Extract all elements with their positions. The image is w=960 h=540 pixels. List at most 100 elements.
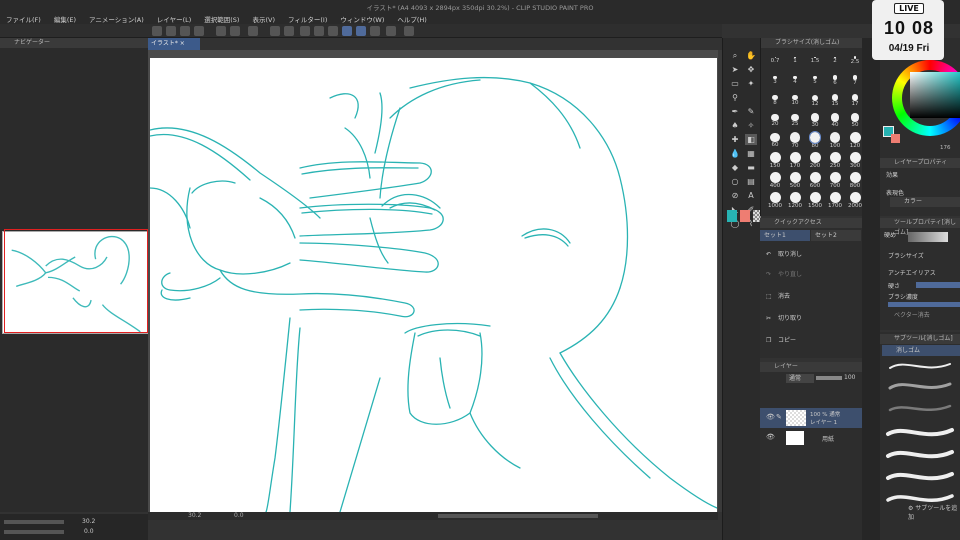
hand-tool-icon[interactable]: ✋ — [745, 50, 757, 61]
add-sub-tool-button[interactable]: ⚙ サブツールを追加 — [908, 503, 960, 521]
blend-mode-select[interactable]: 通常 — [786, 374, 814, 383]
ruler-icon[interactable] — [386, 26, 396, 36]
text-tool-icon[interactable]: A — [745, 190, 757, 201]
brush-size-preset[interactable]: 0.7 — [765, 52, 785, 64]
snap-ruler-icon[interactable] — [342, 26, 352, 36]
main-color-swatch[interactable] — [727, 210, 737, 222]
brush-size-preset[interactable]: 1 — [785, 52, 805, 64]
qa-copy[interactable]: ❐ コピー — [766, 334, 796, 348]
qa-undo[interactable]: ↶ 取り消し — [766, 248, 802, 262]
qa-clear[interactable]: ⬚ 消去 — [766, 290, 790, 304]
brush-size-preset[interactable]: 250 — [825, 152, 845, 169]
zoom-tool-icon[interactable]: ⌕ — [729, 50, 741, 61]
export-icon[interactable] — [194, 26, 204, 36]
tab-set1[interactable]: セット1 — [760, 230, 810, 241]
spinner-icon[interactable] — [248, 26, 258, 36]
menu-edit[interactable]: 編集(E) — [54, 14, 76, 24]
airbrush-tool-icon[interactable]: ✧ — [745, 120, 757, 131]
pencil-tool-icon[interactable]: ✎ — [745, 106, 757, 117]
blend-tool-icon[interactable]: 💧 — [729, 148, 741, 159]
brush-size-preset[interactable]: 1500 — [805, 192, 825, 209]
eye-icon[interactable]: 👁 — [766, 433, 775, 441]
transform-icon[interactable] — [284, 26, 294, 36]
fill-tool-icon[interactable]: ◆ — [729, 162, 741, 173]
auto-select-tool-icon[interactable]: ✦ — [745, 78, 757, 89]
brush-tool-icon[interactable]: ♠ — [729, 120, 741, 131]
brush-size-preset[interactable]: 100 — [825, 132, 845, 149]
brush-size-preset[interactable]: 25 — [785, 112, 805, 127]
sub-tool-selected[interactable]: 消しゴム — [882, 345, 960, 356]
layer-row[interactable]: 👁 用紙 — [760, 428, 862, 448]
rotate-slider[interactable] — [4, 530, 64, 534]
pen-tool-icon[interactable]: ✒ — [729, 106, 741, 117]
selection-tool-icon[interactable]: ▭ — [729, 78, 741, 89]
brush-density-slider[interactable] — [888, 302, 960, 307]
gradient-tool-icon[interactable]: ▬ — [745, 162, 757, 173]
decoration-tool-icon[interactable]: ✚ — [729, 134, 741, 145]
eye-icon[interactable]: 👁 — [766, 413, 775, 421]
brush-size-preset[interactable]: 150 — [765, 152, 785, 169]
menu-view[interactable]: 表示(V) — [252, 14, 275, 24]
brush-size-preset[interactable]: 600 — [805, 172, 825, 189]
brush-size-preset[interactable]: 20 — [765, 112, 785, 127]
brush-size-preset[interactable]: 15 — [825, 92, 845, 107]
brush-size-preset[interactable]: 10 — [785, 92, 805, 106]
canvas-horizontal-scrollbar[interactable] — [438, 514, 598, 518]
brush-size-preset[interactable]: 70 — [785, 132, 805, 149]
save-icon[interactable] — [180, 26, 190, 36]
zoom-slider[interactable] — [4, 520, 64, 524]
brush-size-preset[interactable]: 5 — [805, 72, 825, 85]
canvas-paper[interactable] — [150, 58, 717, 512]
fill-icon[interactable] — [270, 26, 280, 36]
hardness-slider[interactable] — [916, 282, 960, 288]
brush-size-preset[interactable]: 4 — [785, 72, 805, 85]
brush-size-preset[interactable]: 12 — [805, 92, 825, 107]
tab-set2[interactable]: セット2 — [811, 230, 861, 241]
expression-color-select[interactable]: カラー — [890, 197, 960, 207]
menu-selection[interactable]: 選択範囲(S) — [204, 14, 239, 24]
sub-color-swatch[interactable] — [740, 210, 750, 222]
qa-redo[interactable]: ↷ やり直し — [766, 268, 802, 282]
ruler-tool-icon[interactable]: ⊘ — [729, 190, 741, 201]
menu-help[interactable]: ヘルプ(H) — [397, 14, 426, 24]
brush-size-preset[interactable]: 400 — [765, 172, 785, 189]
brush-size-preset[interactable]: 1200 — [785, 192, 805, 209]
menu-file[interactable]: ファイル(F) — [6, 14, 41, 24]
settings-icon[interactable] — [404, 26, 414, 36]
brush-size-preset[interactable]: 3 — [765, 72, 785, 85]
sub-color-chip[interactable] — [891, 134, 900, 143]
menu-layer[interactable]: レイヤー(L) — [157, 14, 192, 24]
document-tab[interactable]: イラスト* × — [148, 38, 200, 50]
clear-icon[interactable] — [300, 26, 310, 36]
brush-size-preset[interactable]: 30 — [805, 112, 825, 128]
brush-size-preset[interactable]: 170 — [785, 152, 805, 169]
brush-size-preset[interactable]: 40 — [825, 112, 845, 128]
brush-size-preset[interactable]: 6 — [825, 72, 845, 86]
eyedropper-tool-icon[interactable]: ⚲ — [729, 92, 741, 103]
brush-size-preset[interactable]: 700 — [825, 172, 845, 189]
brush-size-preset[interactable]: 1700 — [825, 192, 845, 209]
navigator-view-frame[interactable] — [4, 229, 148, 333]
qa-cut[interactable]: ✂ 切り取り — [766, 312, 802, 326]
brush-size-preset[interactable]: 1.5 — [805, 52, 825, 64]
move-layer-tool-icon[interactable]: ✥ — [745, 64, 757, 75]
new-file-icon[interactable] — [152, 26, 162, 36]
brush-size-preset[interactable]: 2 — [825, 52, 845, 64]
brush-size-preset[interactable]: 200 — [805, 152, 825, 169]
select-all-icon[interactable] — [314, 26, 324, 36]
snap-special-icon[interactable] — [356, 26, 366, 36]
open-icon[interactable] — [166, 26, 176, 36]
undo-icon[interactable] — [216, 26, 226, 36]
brush-size-preset[interactable]: 80 — [805, 131, 825, 149]
pen-lock-icon[interactable]: ✎ — [776, 413, 782, 421]
eraser-tool-icon[interactable]: ◧ — [745, 134, 757, 145]
grid-tool-icon[interactable]: ▦ — [745, 148, 757, 159]
menu-window[interactable]: ウィンドウ(W) — [340, 14, 384, 24]
operation-tool-icon[interactable]: ➤ — [729, 64, 741, 75]
menu-filter[interactable]: フィルター(I) — [288, 14, 327, 24]
snap-grid-icon[interactable] — [370, 26, 380, 36]
redo-icon[interactable] — [230, 26, 240, 36]
brush-size-preset[interactable]: 500 — [785, 172, 805, 189]
frame-tool-icon[interactable]: ▤ — [745, 176, 757, 187]
brush-size-preset[interactable]: 1000 — [765, 192, 785, 209]
